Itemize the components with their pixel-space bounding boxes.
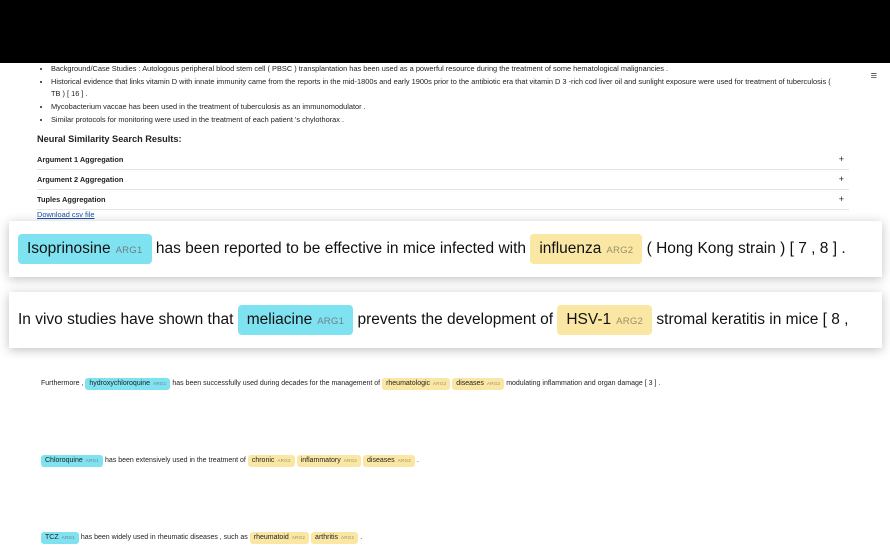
sentence: Chloroquine ARG1 has been extensively use… xyxy=(41,455,419,468)
arg1-highlight: meliacine ARG1 xyxy=(237,305,354,335)
arg1-tag: ARG1 xyxy=(85,458,100,463)
arg2-tag: ARG2 xyxy=(277,458,291,463)
arg1-highlight: TCZ ARG1 xyxy=(41,532,79,545)
background-bullet-list: Background/Case Studies : Autologous per… xyxy=(37,63,841,127)
download-csv-link[interactable]: Download csv file xyxy=(37,210,95,219)
sentence-text: ( Hong Kong strain ) [ 7 , 8 ] . xyxy=(642,240,846,257)
arg1-highlight: Chloroquine ARG1 xyxy=(41,455,104,468)
accordion-label: Argument 1 Aggregation xyxy=(37,155,124,164)
arg2-tag: ARG2 xyxy=(616,316,644,327)
sentence-text: has been successfully used during decade… xyxy=(170,380,383,387)
arg1-highlight: hydroxychloroquine ARG1 xyxy=(85,378,171,391)
sentence-text: . xyxy=(414,457,419,464)
arg1-highlight: Isoprinosine ARG1 xyxy=(18,234,152,264)
sentence-text: Furthermore , xyxy=(41,380,86,387)
accordion-label: Tuples Aggregation xyxy=(37,195,106,204)
highlight-text: inflammatory xyxy=(300,457,341,464)
expand-plus-icon[interactable]: + xyxy=(839,194,844,204)
arg2-tag: ARG2 xyxy=(606,245,634,256)
arg1-tag: ARG1 xyxy=(153,381,167,386)
expand-plus-icon[interactable]: + xyxy=(839,154,844,164)
sentence: TCZ ARG1 has been widely used in rheumati… xyxy=(41,532,363,545)
hamburger-menu-icon[interactable]: ≡ xyxy=(871,70,877,82)
arg2-tag: ARG2 xyxy=(343,458,358,463)
arg2-highlight: arthritis ARG2 xyxy=(311,532,359,545)
highlight-text: Chloroquine xyxy=(45,457,83,464)
sentence: Isoprinosine ARG1 has been reported to be… xyxy=(9,221,846,277)
highlight-text: influenza xyxy=(539,240,602,257)
arg1-tag: ARG1 xyxy=(115,245,143,256)
arg2-highlight: inflammatory ARG2 xyxy=(296,455,362,468)
arg2-highlight: rheumatoid ARG2 xyxy=(249,532,310,545)
highlight-text: rheumatologic xyxy=(386,380,431,387)
sentence: Furthermore , hydroxychloroquine ARG1 has… xyxy=(41,378,661,391)
highlight-text: HSV-1 xyxy=(566,311,612,328)
highlight-text: Isoprinosine xyxy=(27,240,111,257)
sentence-text: In vivo studies have shown that xyxy=(18,311,238,328)
highlight-text: hydroxychloroquine xyxy=(89,380,151,387)
highlight-text: diseases xyxy=(367,457,395,464)
highlight-text: TCZ xyxy=(45,534,59,541)
sentence-text: has been extensively used in the treatme… xyxy=(103,457,248,464)
bullet-item: Mycobacterium vaccae has been used in th… xyxy=(51,101,841,114)
sentence-text: modulating inflammation and organ damage… xyxy=(504,380,661,387)
arg2-highlight: rheumatologic ARG2 xyxy=(382,378,451,391)
highlight-text: rheumatoid xyxy=(253,534,289,541)
highlight-text: chronic xyxy=(251,457,275,464)
arg1-tag: ARG1 xyxy=(317,316,345,327)
arg2-highlight: influenza ARG2 xyxy=(530,234,643,264)
arg2-tag: ARG2 xyxy=(397,458,411,463)
bullet-item: Similar protocols for monitoring were us… xyxy=(51,114,841,127)
arg2-tag: ARG2 xyxy=(341,535,355,540)
accordion-argument-2[interactable]: Argument 2 Aggregation + xyxy=(37,170,849,190)
sentence-text: . xyxy=(358,534,363,541)
result-card: Isoprinosine ARG1 has been reported to be… xyxy=(9,221,882,277)
browser-top-bar xyxy=(0,0,890,63)
sentence-text: has been widely used in rheumatic diseas… xyxy=(78,534,250,541)
accordion-argument-1[interactable]: Argument 1 Aggregation + xyxy=(37,150,849,170)
highlight-text: diseases xyxy=(456,380,484,387)
arg2-tag: ARG2 xyxy=(486,381,501,386)
bullet-item: Background/Case Studies : Autologous per… xyxy=(51,63,841,76)
result-card: In vivo studies have shown that meliacin… xyxy=(9,292,882,348)
bullet-item: Historical evidence that links vitamin D… xyxy=(51,76,841,101)
highlight-text: arthritis xyxy=(315,534,338,541)
sentence-text: has been reported to be effective in mic… xyxy=(151,240,531,257)
arg2-tag: ARG2 xyxy=(291,535,306,540)
highlight-text: meliacine xyxy=(246,311,313,328)
arg1-tag: ARG1 xyxy=(61,535,75,540)
arg2-highlight: diseases ARG2 xyxy=(452,378,505,391)
expand-plus-icon[interactable]: + xyxy=(839,174,844,184)
sentence: In vivo studies have shown that meliacin… xyxy=(9,292,849,348)
arg2-highlight: chronic ARG2 xyxy=(247,455,295,468)
arg2-highlight: diseases ARG2 xyxy=(363,455,415,468)
section-title: Neural Similarity Search Results: xyxy=(37,134,182,144)
accordion-label: Argument 2 Aggregation xyxy=(37,175,124,184)
accordion-tuples[interactable]: Tuples Aggregation + xyxy=(37,190,849,210)
arg2-highlight: HSV-1 ARG2 xyxy=(557,305,653,335)
arg2-tag: ARG2 xyxy=(433,381,447,386)
sentence-text: stromal keratitis in mice [ 8 , xyxy=(652,311,849,328)
sentence-text: prevents the development of xyxy=(353,311,558,328)
